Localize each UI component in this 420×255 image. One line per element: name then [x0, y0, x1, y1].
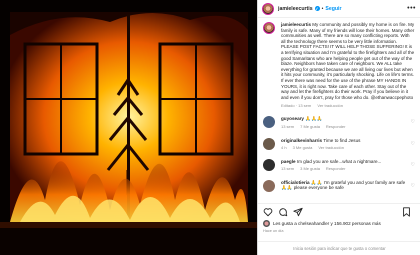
- author-avatar[interactable]: [262, 2, 274, 15]
- caption-translate-link[interactable]: Ver traducción: [317, 103, 343, 108]
- comment-time: 13 sem: [281, 123, 295, 129]
- comment-text: Im glad you are safe...what a nightmare.…: [296, 158, 382, 164]
- caption-text: jamieleecurtis My community and possibly…: [281, 22, 415, 100]
- liker-avatar: [263, 220, 270, 227]
- comment-heart-icon[interactable]: ♡: [411, 119, 415, 125]
- caption-body: My community and possibly my home is on …: [281, 22, 415, 100]
- comment-item: paegle Im glad you are safe...what a nig…: [263, 158, 415, 172]
- comment-time: 4 h: [281, 145, 287, 151]
- bookmark-icon[interactable]: [402, 204, 411, 222]
- comment-reply-link[interactable]: Responder: [326, 166, 346, 171]
- comment-likes[interactable]: 3 Me gusta: [293, 145, 313, 150]
- commenter-avatar[interactable]: [263, 137, 275, 150]
- login-prompt[interactable]: Inicia sesión para indicar que te gusta …: [258, 241, 420, 255]
- commenter-avatar[interactable]: [263, 116, 275, 129]
- fire-photo: [0, 0, 257, 255]
- post-image-house-fire[interactable]: [0, 0, 257, 255]
- comment-bubble-icon[interactable]: [278, 204, 288, 222]
- instagram-post: jamieleecurtis ✓ • Seguir ••• jamieleecur…: [0, 0, 420, 255]
- comment-item: guyoseary 🙏🙏🙏 13 sem 7 Me gusta Responder …: [263, 116, 415, 129]
- post-side-panel: jamieleecurtis ✓ • Seguir ••• jamieleecur…: [257, 0, 420, 255]
- comment-heart-icon[interactable]: ♡: [411, 141, 415, 147]
- comment-text: 🙏🙏🙏: [305, 116, 323, 122]
- comment-reply-link[interactable]: Ver traducción: [318, 145, 344, 150]
- author-username[interactable]: jamieleecurtis ✓: [278, 6, 320, 12]
- post-caption: jamieleecurtis My community and possibly…: [263, 22, 415, 100]
- caption-edited: Editado · 13 sem: [281, 103, 312, 109]
- comments-area[interactable]: jamieleecurtis My community and possibly…: [258, 18, 420, 203]
- caption-avatar[interactable]: [263, 22, 275, 34]
- comment-username[interactable]: guyoseary: [281, 116, 304, 121]
- comment-text: Time to find Jesus: [323, 137, 361, 143]
- paper-plane-icon[interactable]: [293, 204, 303, 222]
- post-time: Hace un día: [263, 229, 284, 233]
- caption-username[interactable]: jamieleecurtis: [281, 22, 311, 27]
- comment-likes[interactable]: 3 Me gusta: [300, 166, 320, 171]
- more-options-icon[interactable]: •••: [407, 5, 416, 12]
- action-icons-row: [263, 207, 416, 219]
- likes-text[interactable]: Les gusta a chelseahandler y 156.902 per…: [273, 221, 381, 226]
- comment-item: officialotieria 🙏🙏 I'm grateful you and …: [263, 179, 415, 192]
- comment-heart-icon[interactable]: ♡: [411, 183, 415, 189]
- verified-badge-icon: ✓: [314, 5, 320, 11]
- comment-item: originalkevinharris Time to find Jesus 4…: [263, 137, 415, 151]
- comment-time: 13 sem: [281, 166, 295, 172]
- commenter-avatar[interactable]: [263, 158, 275, 171]
- likes-summary[interactable]: Les gusta a chelseahandler y 156.902 per…: [263, 220, 416, 227]
- post-header: jamieleecurtis ✓ • Seguir •••: [258, 0, 420, 18]
- follow-button[interactable]: Seguir: [325, 6, 341, 12]
- comment-username[interactable]: paegle: [281, 159, 296, 164]
- commenter-avatar[interactable]: [263, 179, 275, 192]
- caption-meta: Editado · 13 sem Ver traducción: [281, 103, 415, 108]
- post-actions: Les gusta a chelseahandler y 156.902 per…: [258, 203, 420, 233]
- comment-reply-link[interactable]: Responder: [326, 124, 346, 129]
- comment-likes[interactable]: 7 Me gusta: [300, 124, 320, 129]
- comment-heart-icon[interactable]: ♡: [411, 162, 415, 168]
- separator-dot: •: [321, 5, 324, 12]
- author-username-text[interactable]: jamieleecurtis: [278, 6, 313, 12]
- comment-username[interactable]: originalkevinharris: [281, 138, 322, 143]
